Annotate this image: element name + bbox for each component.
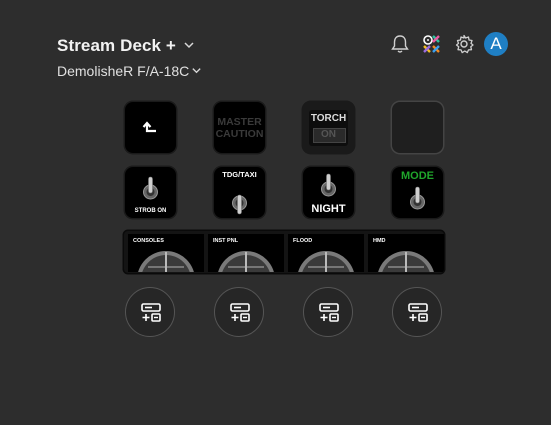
marketplace-icon[interactable] [421,33,443,55]
add-action-icon [319,303,339,322]
add-action-icon [230,303,250,322]
add-action-icon [408,303,428,322]
bell-icon[interactable] [389,33,411,55]
profile-name[interactable]: DemolisheR F/A-18C [57,63,189,79]
key-torch[interactable]: TORCH ON [303,102,354,153]
master-label: MASTER [217,116,262,128]
dials-strip: CONSOLES INST PNL FLOOD HMD [124,231,444,273]
torch-label: TORCH [310,113,347,124]
dial-label: CONSOLES [133,238,164,244]
key-strob[interactable]: STROB ON [125,167,176,218]
gear-icon[interactable] [453,33,475,55]
caution-label: CAUTION [215,128,264,140]
key-back[interactable] [125,102,176,153]
dial-hmd[interactable]: HMD [368,234,444,272]
dial-inst-pnl[interactable]: INST PNL [208,234,284,272]
tdg-taxi-label: TDG/TAXI [222,170,257,179]
dial-label: INST PNL [213,238,239,244]
chevron-down-icon[interactable] [183,39,195,51]
add-dial-action-button[interactable] [214,287,264,337]
add-dial-action-button[interactable] [125,287,175,337]
add-action-icon [141,303,161,322]
key-night[interactable]: NIGHT [303,167,354,218]
add-dial-action-button[interactable] [392,287,442,337]
night-label: NIGHT [311,203,346,215]
dial-label: FLOOD [293,238,313,244]
key-master-caution[interactable]: MASTER CAUTION [214,102,265,153]
strob-label: STROB ON [134,208,167,214]
dial-label: HMD [373,238,386,244]
key-mode[interactable]: MODE [392,167,443,218]
dial-consoles[interactable]: CONSOLES [128,234,204,272]
back-arrow-icon [142,121,156,133]
on-label: ON [321,129,336,140]
key-empty[interactable] [392,102,443,153]
key-tdg-taxi[interactable]: TDG/TAXI [214,167,265,218]
mode-label: MODE [401,170,434,182]
device-name[interactable]: Stream Deck + [57,36,176,56]
dial-flood[interactable]: FLOOD [288,234,364,272]
avatar[interactable]: A [484,32,508,56]
add-dial-action-button[interactable] [303,287,353,337]
chevron-down-icon[interactable] [191,65,202,76]
